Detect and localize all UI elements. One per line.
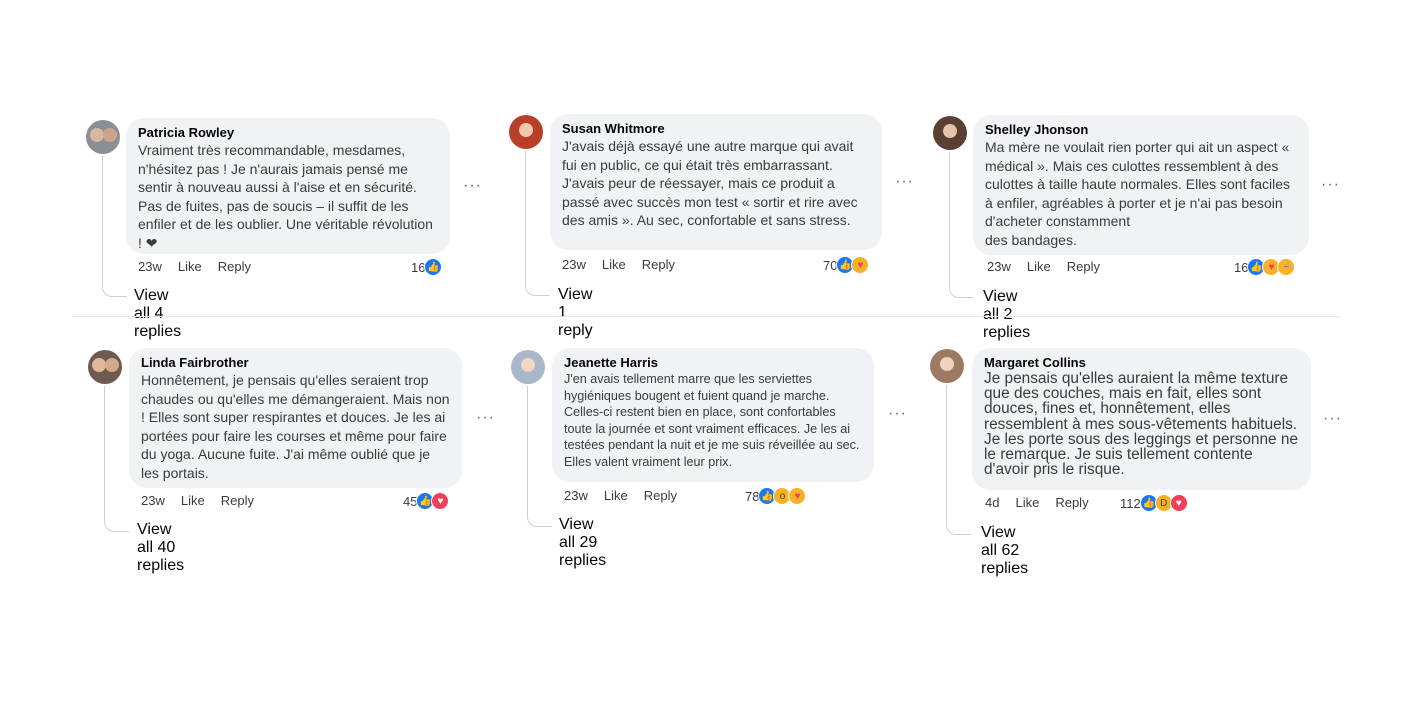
view-replies-link[interactable]: View all 40 replies: [137, 521, 184, 575]
reply-button[interactable]: Reply: [644, 488, 677, 503]
more-options-icon[interactable]: ···: [888, 406, 907, 422]
avatar[interactable]: [88, 350, 122, 384]
like-button[interactable]: Like: [602, 257, 626, 272]
avatar[interactable]: [86, 120, 120, 154]
comment-time[interactable]: 23w: [138, 259, 162, 274]
reply-thread-line: [946, 385, 971, 535]
comment-bubble: Shelley Jhonson Ma mère ne voulait rien …: [973, 115, 1309, 255]
view-replies-link[interactable]: View all 4 replies: [134, 287, 181, 341]
love-reaction-icon: ♥: [1169, 494, 1188, 512]
care-reaction-icon: ♥: [788, 487, 807, 505]
comment-text-line: des bandages.: [985, 231, 1077, 248]
reaction-summary[interactable]: 70 👍 ♥: [823, 256, 870, 274]
avatar[interactable]: [930, 349, 964, 383]
care-reaction-icon: ♥: [851, 256, 870, 274]
view-replies-link[interactable]: View 1 reply: [558, 286, 593, 340]
view-replies-link[interactable]: View all 29 replies: [559, 516, 606, 570]
comment-bubble: Linda Fairbrother Honnêtement, je pensai…: [129, 348, 462, 488]
reply-thread-line: [527, 386, 552, 527]
more-options-icon[interactable]: ···: [895, 174, 914, 190]
like-button[interactable]: Like: [181, 493, 205, 508]
reaction-count: 70: [823, 257, 838, 273]
comment-actions: 23w Like Reply: [141, 493, 270, 508]
comment-bubble: Patricia Rowley Vraiment très recommanda…: [126, 118, 450, 254]
comment-author[interactable]: Margaret Collins: [984, 356, 1299, 370]
comment-time[interactable]: 23w: [564, 488, 588, 503]
comment-text-line: Ma mère ne voulait rien porter qui ait u…: [985, 139, 1291, 230]
like-button[interactable]: Like: [1015, 495, 1039, 510]
comment-text: J'avais déjà essayé une autre marque qui…: [562, 138, 858, 229]
reply-button[interactable]: Reply: [1055, 495, 1088, 510]
comment-time[interactable]: 4d: [985, 495, 999, 510]
like-button[interactable]: Like: [1027, 259, 1051, 274]
comment-text: Vraiment très recommandable, mesdames, n…: [138, 142, 433, 251]
comment-time[interactable]: 23w: [562, 257, 586, 272]
view-replies-link[interactable]: View all 62 replies: [981, 524, 1028, 578]
reaction-count: 16: [1234, 259, 1249, 275]
more-options-icon[interactable]: ···: [1323, 411, 1342, 427]
reaction-summary[interactable]: 45 👍 ♥: [403, 492, 450, 510]
comment-actions: 23w Like Reply: [562, 257, 691, 272]
like-button[interactable]: Like: [178, 259, 202, 274]
avatar[interactable]: [933, 116, 967, 150]
comment-text: Honnêtement, je pensais qu'elles seraien…: [141, 372, 450, 481]
reaction-count: 78: [745, 488, 760, 504]
reply-button[interactable]: Reply: [1067, 259, 1100, 274]
reply-thread-line: [104, 386, 129, 532]
comment-actions: 23w Like Reply: [564, 488, 693, 503]
reply-thread-line: [102, 156, 127, 297]
comment-time[interactable]: 23w: [141, 493, 165, 508]
reaction-summary[interactable]: 78 👍 o ♥: [745, 487, 807, 505]
reply-thread-line: [949, 152, 974, 298]
reaction-count: 16: [411, 259, 426, 275]
comment-author[interactable]: Jeanette Harris: [564, 356, 862, 370]
reply-button[interactable]: Reply: [218, 259, 251, 274]
reaction-summary[interactable]: 16 👍 ♥ ~: [1234, 258, 1296, 276]
like-button[interactable]: Like: [604, 488, 628, 503]
comment-text: Je pensais qu'elles auraient la même tex…: [984, 370, 1299, 479]
comment-actions: 23w Like Reply: [138, 259, 267, 274]
reply-button[interactable]: Reply: [642, 257, 675, 272]
avatar[interactable]: [509, 115, 543, 149]
comment-actions: 4d Like Reply: [985, 495, 1105, 510]
comment-author[interactable]: Susan Whitmore: [562, 122, 870, 136]
comment-actions: 23w Like Reply: [987, 259, 1116, 274]
reaction-count: 112: [1120, 495, 1141, 511]
more-options-icon[interactable]: ···: [463, 178, 482, 194]
reply-button[interactable]: Reply: [221, 493, 254, 508]
comment-bubble: Jeanette Harris J'en avais tellement mar…: [552, 348, 874, 482]
more-options-icon[interactable]: ···: [1321, 177, 1340, 193]
comment-author[interactable]: Shelley Jhonson: [985, 123, 1297, 137]
comment-time[interactable]: 23w: [987, 259, 1011, 274]
comment-text: Ma mère ne voulait rien porter qui ait u…: [985, 138, 1297, 250]
row-divider: [72, 316, 1340, 317]
comment-bubble: Margaret Collins Je pensais qu'elles aur…: [972, 348, 1311, 490]
comment-author[interactable]: Linda Fairbrother: [141, 356, 450, 370]
comment-bubble: Susan Whitmore J'avais déjà essayé une a…: [550, 114, 882, 250]
reply-thread-line: [525, 151, 550, 296]
reaction-count: 45: [403, 493, 418, 509]
view-replies-link[interactable]: View all 2 replies: [983, 288, 1030, 342]
like-reaction-icon: 👍: [424, 258, 443, 276]
reaction-summary[interactable]: 112 👍 D ♥: [1120, 494, 1188, 512]
sad-reaction-icon: ~: [1277, 258, 1296, 276]
more-options-icon[interactable]: ···: [476, 410, 495, 426]
love-reaction-icon: ♥: [431, 492, 450, 510]
avatar[interactable]: [511, 350, 545, 384]
reaction-summary[interactable]: 16 👍: [411, 258, 443, 276]
comment-author[interactable]: Patricia Rowley: [138, 126, 438, 140]
comment-text: J'en avais tellement marre que les servi…: [564, 372, 860, 469]
